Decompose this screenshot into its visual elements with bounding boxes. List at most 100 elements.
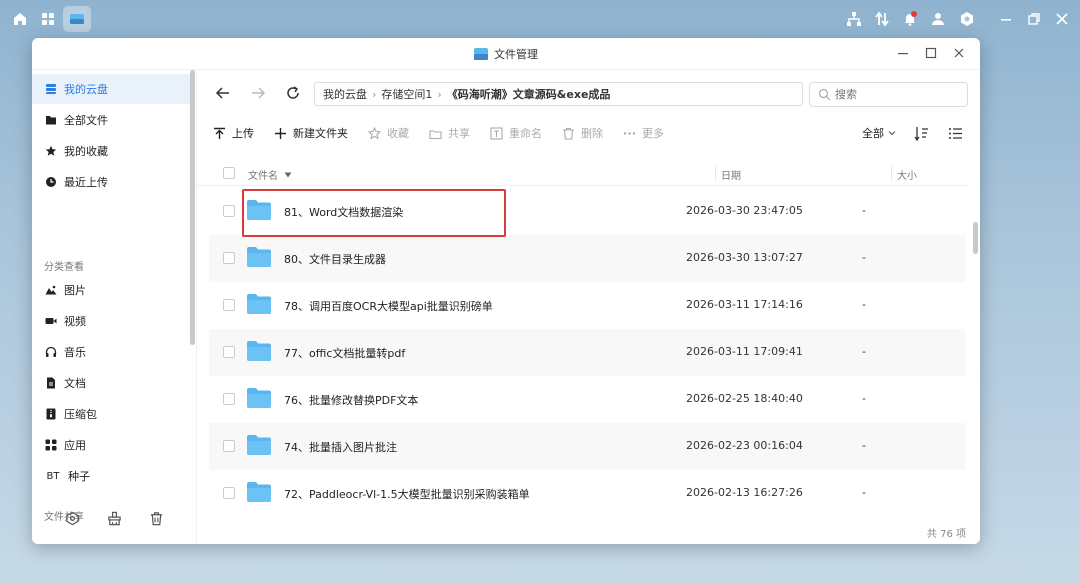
sidebar-item-videos[interactable]: 视频 bbox=[32, 306, 190, 336]
file-list-scrollbar[interactable] bbox=[973, 222, 978, 254]
bell-icon[interactable] bbox=[896, 6, 924, 32]
toolbar: 上传 新建文件夹 收藏 共享 重命名 删除 更多 bbox=[213, 120, 684, 146]
file-date: 2026-02-13 16:27:26 bbox=[686, 486, 803, 499]
breadcrumb-current[interactable]: 《码海听潮》文章源码&exe成品 bbox=[447, 86, 611, 102]
file-date: 2026-03-30 23:47:05 bbox=[686, 204, 803, 217]
upload-label: 上传 bbox=[232, 127, 254, 140]
column-header-date[interactable]: 日期 bbox=[721, 167, 741, 182]
star-icon bbox=[44, 144, 58, 158]
rename-button[interactable]: 重命名 bbox=[490, 125, 542, 141]
folder-icon bbox=[247, 247, 271, 267]
user-icon[interactable] bbox=[924, 6, 952, 32]
row-checkbox[interactable] bbox=[223, 393, 235, 405]
minimize-button[interactable] bbox=[894, 44, 912, 62]
home-icon[interactable] bbox=[6, 6, 34, 32]
refresh-button[interactable] bbox=[282, 82, 304, 104]
sidebar-item-label: 文档 bbox=[64, 377, 86, 390]
sidebar-item-music[interactable]: 音乐 bbox=[32, 337, 190, 367]
delete-label: 删除 bbox=[581, 127, 603, 140]
table-row[interactable]: 72、Paddleocr-Vl-1.5大模型批量识别采购装箱单 2026-02-… bbox=[209, 470, 965, 517]
sidebar-item-apps[interactable]: 应用 bbox=[32, 430, 190, 460]
plus-icon bbox=[275, 127, 286, 139]
apps-grid-icon[interactable] bbox=[34, 6, 62, 32]
sidebar-item-images[interactable]: 图片 bbox=[32, 275, 190, 305]
close-button[interactable] bbox=[950, 44, 968, 62]
file-size: - bbox=[862, 486, 866, 499]
row-checkbox[interactable] bbox=[223, 205, 235, 217]
share-button[interactable]: 共享 bbox=[429, 125, 470, 141]
sidebar-item-archives[interactable]: 压缩包 bbox=[32, 399, 190, 429]
file-size: - bbox=[862, 204, 866, 217]
row-checkbox[interactable] bbox=[223, 487, 235, 499]
search-input[interactable] bbox=[835, 88, 955, 101]
folder-icon bbox=[247, 388, 271, 408]
favorite-label: 收藏 bbox=[387, 127, 409, 140]
column-header-name[interactable]: 文件名 bbox=[248, 167, 292, 182]
file-manager-window: 文件管理 我的云盘 全部文件 我的收藏 最近上传 分类查看 图片 视频 音乐 文… bbox=[32, 38, 980, 544]
search-box[interactable] bbox=[809, 82, 968, 107]
sidebar-item-all-files[interactable]: 全部文件 bbox=[32, 105, 190, 135]
row-checkbox[interactable] bbox=[223, 252, 235, 264]
forward-button[interactable] bbox=[247, 82, 269, 104]
table-row[interactable]: 81、Word文档数据渲染 2026-03-30 23:47:05 - bbox=[209, 188, 965, 235]
favorite-button[interactable]: 收藏 bbox=[368, 125, 409, 141]
trash-icon[interactable] bbox=[146, 508, 166, 528]
folder-icon bbox=[44, 113, 58, 127]
breadcrumb: 我的云盘 › 存储空间1 › 《码海听潮》文章源码&exe成品 bbox=[314, 82, 803, 106]
restore-icon[interactable] bbox=[1020, 6, 1048, 32]
window-titlebar[interactable]: 文件管理 bbox=[32, 38, 980, 70]
network-icon[interactable] bbox=[840, 6, 868, 32]
breadcrumb-item[interactable]: 存储空间1 bbox=[381, 86, 432, 102]
sidebar-item-label: 种子 bbox=[68, 470, 90, 483]
row-checkbox[interactable] bbox=[223, 440, 235, 452]
file-name: 80、文件目录生成器 bbox=[284, 253, 386, 266]
column-header-size[interactable]: 大小 bbox=[897, 167, 917, 182]
sidebar-item-torrents[interactable]: BT 种子 bbox=[32, 461, 190, 491]
column-divider[interactable] bbox=[715, 165, 716, 181]
view-controls: 全部 bbox=[862, 120, 964, 146]
cleanup-icon[interactable] bbox=[104, 508, 124, 528]
table-row[interactable]: 77、offic文档批量转pdf 2026-03-11 17:09:41 - bbox=[209, 329, 965, 376]
minimize-all-icon[interactable] bbox=[992, 6, 1020, 32]
more-button[interactable]: 更多 bbox=[623, 125, 664, 141]
clock-icon bbox=[44, 175, 58, 189]
new-folder-button[interactable]: 新建文件夹 bbox=[274, 125, 348, 141]
sidebar-item-recent-uploads[interactable]: 最近上传 bbox=[32, 167, 190, 197]
storage-settings-icon[interactable] bbox=[62, 508, 82, 528]
sidebar-item-label: 图片 bbox=[64, 284, 86, 297]
sidebar-item-label: 全部文件 bbox=[64, 114, 108, 127]
more-dots-icon bbox=[623, 131, 636, 135]
table-row[interactable]: 74、批量插入图片批注 2026-02-23 00:16:04 - bbox=[209, 423, 965, 470]
table-row[interactable]: 76、批量修改替换PDF文本 2026-02-25 18:40:40 - bbox=[209, 376, 965, 423]
sidebar-scrollbar[interactable] bbox=[190, 70, 195, 345]
table-row[interactable]: 78、调用百度OCR大模型api批量识别磅单 2026-03-11 17:14:… bbox=[209, 282, 965, 329]
filter-dropdown[interactable]: 全部 bbox=[862, 125, 896, 141]
sidebar-bottom-actions bbox=[32, 508, 196, 528]
file-manager-taskbar-icon[interactable] bbox=[63, 6, 91, 32]
transfer-icon[interactable] bbox=[868, 6, 896, 32]
file-name: 76、批量修改替换PDF文本 bbox=[284, 394, 419, 407]
sidebar-item-my-cloud[interactable]: 我的云盘 bbox=[32, 74, 190, 104]
select-all-checkbox[interactable] bbox=[223, 167, 235, 179]
breadcrumb-item[interactable]: 我的云盘 bbox=[323, 86, 367, 102]
file-name: 81、Word文档数据渲染 bbox=[284, 206, 404, 219]
delete-button[interactable]: 删除 bbox=[562, 125, 603, 141]
sort-button[interactable] bbox=[912, 124, 930, 142]
row-checkbox[interactable] bbox=[223, 299, 235, 311]
star-outline-icon bbox=[368, 126, 381, 140]
sidebar-item-favorites[interactable]: 我的收藏 bbox=[32, 136, 190, 166]
row-checkbox[interactable] bbox=[223, 346, 235, 358]
notification-dot bbox=[911, 11, 917, 17]
upload-button[interactable]: 上传 bbox=[213, 125, 254, 141]
list-view-button[interactable] bbox=[946, 124, 964, 142]
close-desktop-icon[interactable] bbox=[1048, 6, 1076, 32]
sidebar-item-documents[interactable]: 文档 bbox=[32, 368, 190, 398]
column-divider[interactable] bbox=[891, 165, 892, 181]
table-row[interactable]: 80、文件目录生成器 2026-03-30 13:07:27 - bbox=[209, 235, 965, 282]
settings-icon[interactable] bbox=[953, 6, 981, 32]
file-size: - bbox=[862, 345, 866, 358]
desktop-taskbar bbox=[0, 0, 1080, 38]
cloud-drive-icon bbox=[44, 82, 58, 96]
maximize-button[interactable] bbox=[922, 44, 940, 62]
back-button[interactable] bbox=[212, 82, 234, 104]
